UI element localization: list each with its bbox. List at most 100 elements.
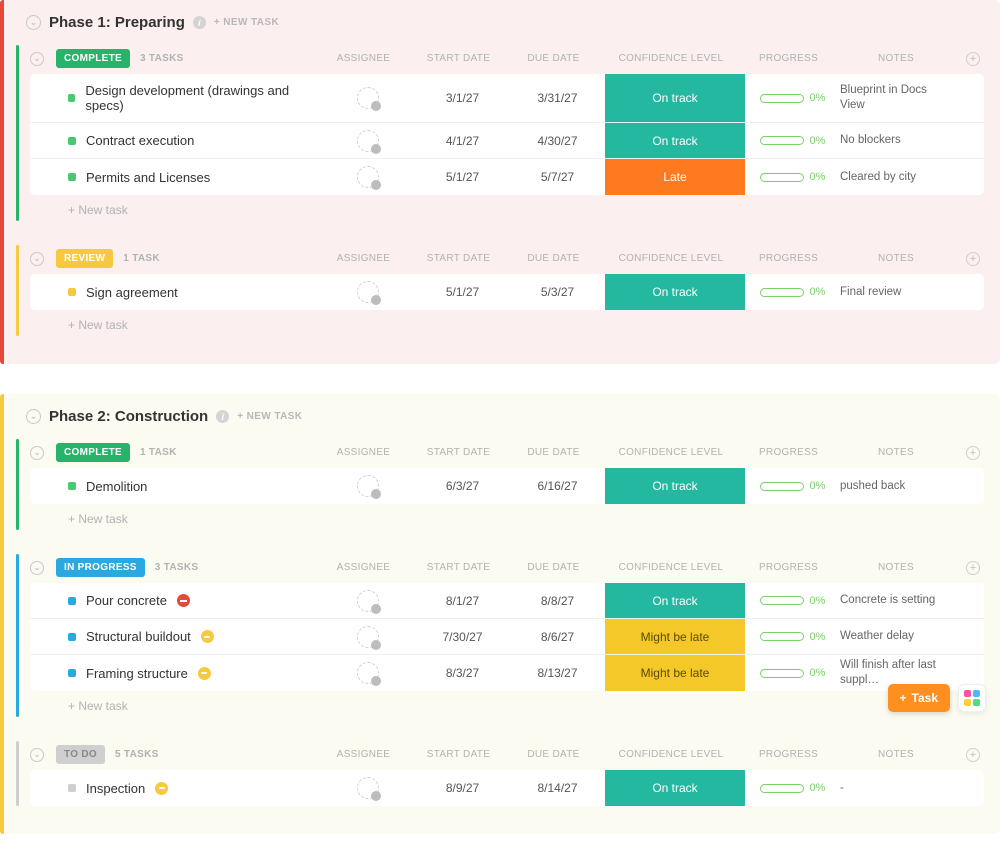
assignee-cell[interactable] xyxy=(320,130,415,152)
assignee-cell[interactable] xyxy=(320,662,415,684)
start-date-cell[interactable]: 5/1/27 xyxy=(415,285,510,299)
unassigned-avatar-icon xyxy=(357,281,379,303)
progress-cell[interactable]: 0% xyxy=(745,782,840,794)
task-row[interactable]: Inspection 8/9/278/14/27On track0%- xyxy=(30,770,984,806)
add-column-button[interactable]: + xyxy=(966,446,980,460)
start-date-cell[interactable]: 5/1/27 xyxy=(415,170,510,184)
progress-cell[interactable]: 0% xyxy=(745,631,840,643)
task-name-cell[interactable]: Structural buildout xyxy=(54,620,320,653)
confidence-cell[interactable]: On track xyxy=(605,274,745,310)
due-date-cell[interactable]: 8/13/27 xyxy=(510,666,605,680)
task-list: Pour concrete8/1/278/8/27On track0%Concr… xyxy=(30,583,984,691)
collapse-icon[interactable]: ⌄ xyxy=(26,15,41,30)
due-date-cell[interactable]: 5/7/27 xyxy=(510,170,605,184)
due-date-cell[interactable]: 6/16/27 xyxy=(510,479,605,493)
progress-cell[interactable]: 0% xyxy=(745,286,840,298)
add-column-button[interactable]: + xyxy=(966,252,980,266)
assignee-cell[interactable] xyxy=(320,626,415,648)
start-date-cell[interactable]: 4/1/27 xyxy=(415,134,510,148)
assignee-cell[interactable] xyxy=(320,475,415,497)
notes-cell[interactable]: Cleared by city xyxy=(840,170,960,185)
notes-cell[interactable]: Final review xyxy=(840,285,960,300)
status-pill[interactable]: IN PROGRESS xyxy=(56,558,145,577)
progress-cell[interactable]: 0% xyxy=(745,92,840,104)
info-icon[interactable]: i xyxy=(216,410,229,423)
task-row[interactable]: Structural buildout 7/30/278/6/27Might be… xyxy=(30,619,984,655)
confidence-cell[interactable]: On track xyxy=(605,770,745,806)
start-date-cell[interactable]: 8/1/27 xyxy=(415,594,510,608)
status-pill[interactable]: COMPLETE xyxy=(56,443,130,462)
start-date-cell[interactable]: 7/30/27 xyxy=(415,630,510,644)
new-task-row[interactable]: + New task xyxy=(30,195,984,221)
assignee-cell[interactable] xyxy=(320,590,415,612)
collapse-icon[interactable]: ⌄ xyxy=(30,748,44,762)
new-task-row[interactable]: + New task xyxy=(30,691,984,717)
start-date-cell[interactable]: 3/1/27 xyxy=(415,91,510,105)
collapse-icon[interactable]: ⌄ xyxy=(30,52,44,66)
status-pill[interactable]: REVIEW xyxy=(56,249,113,268)
start-date-cell[interactable]: 8/3/27 xyxy=(415,666,510,680)
progress-cell[interactable]: 0% xyxy=(745,171,840,183)
due-date-cell[interactable]: 5/3/27 xyxy=(510,285,605,299)
task-name-cell[interactable]: Demolition xyxy=(54,470,320,503)
due-date-cell[interactable]: 3/31/27 xyxy=(510,91,605,105)
task-name-cell[interactable]: Inspection xyxy=(54,772,320,805)
new-task-row[interactable]: + New task xyxy=(30,310,984,336)
due-date-cell[interactable]: 8/8/27 xyxy=(510,594,605,608)
task-name-cell[interactable]: Framing structure xyxy=(54,657,320,690)
notes-cell[interactable]: - xyxy=(840,781,960,796)
assignee-cell[interactable] xyxy=(320,87,415,109)
new-task-button[interactable]: + NEW TASK xyxy=(237,411,302,422)
assignee-cell[interactable] xyxy=(320,166,415,188)
task-row[interactable]: Pour concrete 8/1/278/8/27On track0%Concr… xyxy=(30,583,984,619)
task-row[interactable]: Permits and Licenses 5/1/275/7/27Late0%Cl… xyxy=(30,159,984,195)
collapse-icon[interactable]: ⌄ xyxy=(26,409,41,424)
collapse-icon[interactable]: ⌄ xyxy=(30,446,44,460)
create-task-button[interactable]: + Task xyxy=(888,684,950,712)
status-pill[interactable]: TO DO xyxy=(56,745,105,764)
notes-cell[interactable]: pushed back xyxy=(840,479,960,494)
notes-cell[interactable]: No blockers xyxy=(840,133,960,148)
assignee-cell[interactable] xyxy=(320,777,415,799)
info-icon[interactable]: i xyxy=(193,16,206,29)
collapse-icon[interactable]: ⌄ xyxy=(30,561,44,575)
task-row[interactable]: Contract execution 4/1/274/30/27On track0… xyxy=(30,123,984,159)
apps-launcher-button[interactable] xyxy=(958,684,986,712)
task-name-cell[interactable]: Contract execution xyxy=(54,124,320,157)
confidence-cell[interactable]: On track xyxy=(605,583,745,618)
due-date-cell[interactable]: 8/6/27 xyxy=(510,630,605,644)
confidence-cell[interactable]: On track xyxy=(605,74,745,122)
confidence-cell[interactable]: Might be late xyxy=(605,619,745,654)
confidence-cell[interactable]: On track xyxy=(605,468,745,504)
due-date-cell[interactable]: 4/30/27 xyxy=(510,134,605,148)
start-date-cell[interactable]: 8/9/27 xyxy=(415,781,510,795)
confidence-cell[interactable]: On track xyxy=(605,123,745,158)
progress-cell[interactable]: 0% xyxy=(745,595,840,607)
progress-cell[interactable]: 0% xyxy=(745,667,840,679)
task-name-cell[interactable]: Sign agreement xyxy=(54,276,320,309)
task-row[interactable]: Sign agreement 5/1/275/3/27On track0%Fina… xyxy=(30,274,984,310)
notes-cell[interactable]: Weather delay xyxy=(840,629,960,644)
status-pill[interactable]: COMPLETE xyxy=(56,49,130,68)
task-row[interactable]: Demolition 6/3/276/16/27On track0%pushed … xyxy=(30,468,984,504)
notes-cell[interactable]: Blueprint in Docs View xyxy=(840,83,960,113)
task-row[interactable]: Framing structure 8/3/278/13/27Might be l… xyxy=(30,655,984,691)
confidence-cell[interactable]: Might be late xyxy=(605,655,745,691)
task-name-cell[interactable]: Permits and Licenses xyxy=(54,161,320,194)
assignee-cell[interactable] xyxy=(320,281,415,303)
new-task-row[interactable]: + New task xyxy=(30,504,984,530)
new-task-button[interactable]: + NEW TASK xyxy=(214,17,279,28)
collapse-icon[interactable]: ⌄ xyxy=(30,252,44,266)
add-column-button[interactable]: + xyxy=(966,561,980,575)
task-row[interactable]: Design development (drawings and specs) 3… xyxy=(30,74,984,123)
notes-cell[interactable]: Concrete is setting xyxy=(840,593,960,608)
progress-cell[interactable]: 0% xyxy=(745,480,840,492)
confidence-cell[interactable]: Late xyxy=(605,159,745,195)
due-date-cell[interactable]: 8/14/27 xyxy=(510,781,605,795)
start-date-cell[interactable]: 6/3/27 xyxy=(415,479,510,493)
add-column-button[interactable]: + xyxy=(966,52,980,66)
task-name-cell[interactable]: Design development (drawings and specs) xyxy=(54,74,320,122)
progress-cell[interactable]: 0% xyxy=(745,135,840,147)
add-column-button[interactable]: + xyxy=(966,748,980,762)
task-name-cell[interactable]: Pour concrete xyxy=(54,584,320,617)
